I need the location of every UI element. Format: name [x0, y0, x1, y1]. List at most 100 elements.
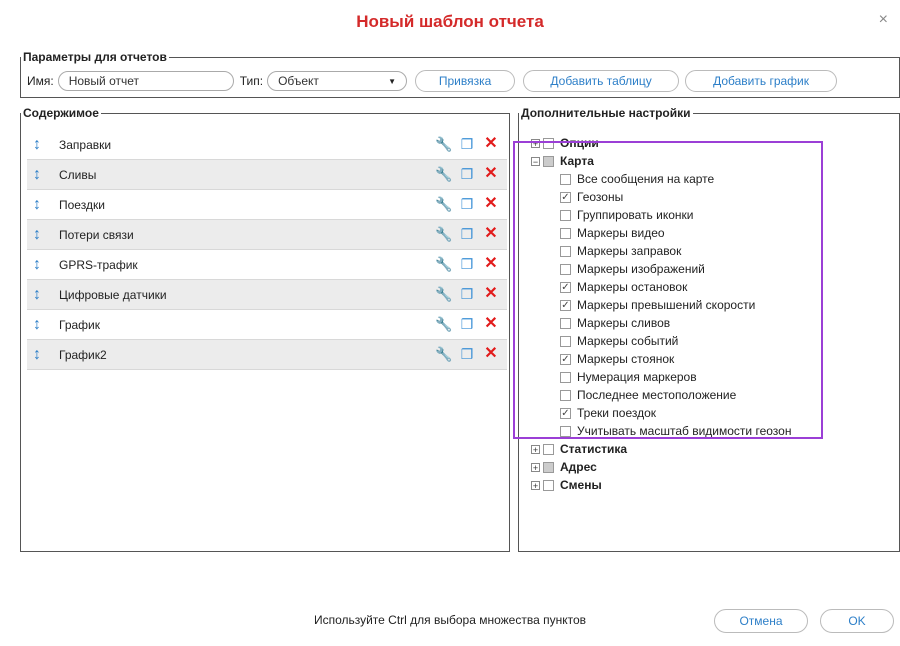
list-item[interactable]: ↕ GPRS-трафик 🔧 ❐ ✕ [27, 250, 507, 280]
wrench-icon[interactable]: 🔧 [435, 346, 452, 362]
checkbox[interactable] [560, 335, 571, 347]
map-option-item[interactable]: Маркеры сливов [531, 314, 791, 332]
wrench-icon[interactable]: 🔧 [435, 166, 452, 182]
list-item[interactable]: ↕ График2 🔧 ❐ ✕ [27, 340, 507, 370]
map-option-item[interactable]: ✓ Маркеры остановок [531, 278, 791, 296]
checkbox[interactable] [543, 443, 554, 455]
content-list: ↕ Заправки 🔧 ❐ ✕ ↕ Сливы 🔧 ❐ ✕ ↕ Поездки… [27, 130, 507, 370]
drag-handle-icon[interactable]: ↕ [33, 166, 47, 184]
map-option-item[interactable]: Нумерация маркеров [531, 368, 791, 386]
checkbox[interactable] [560, 317, 571, 329]
copy-icon[interactable]: ❐ [459, 136, 475, 152]
checkbox[interactable] [560, 209, 571, 221]
tree-node-shifts[interactable]: + Смены [531, 476, 791, 494]
map-option-item[interactable]: Учитывать масштаб видимости геозон [531, 422, 791, 440]
map-option-item[interactable]: ✓ Геозоны [531, 188, 791, 206]
checkbox-checked[interactable]: ✓ [560, 299, 571, 311]
add-table-button[interactable]: Добавить таблицу [523, 70, 680, 92]
list-item-label: График2 [59, 347, 107, 362]
checkbox[interactable] [560, 389, 571, 401]
delete-icon[interactable]: ✕ [483, 286, 499, 302]
cancel-button[interactable]: Отмена [714, 609, 808, 633]
map-option-item[interactable]: Группировать иконки [531, 206, 791, 224]
wrench-icon[interactable]: 🔧 [435, 136, 452, 152]
drag-handle-icon[interactable]: ↕ [33, 286, 47, 304]
copy-icon[interactable]: ❐ [459, 316, 475, 332]
delete-icon[interactable]: ✕ [483, 226, 499, 242]
map-option-item[interactable]: Все сообщения на карте [531, 170, 791, 188]
checkbox[interactable] [543, 137, 554, 149]
wrench-icon[interactable]: 🔧 [435, 226, 452, 242]
checkbox-partial[interactable] [543, 155, 554, 167]
list-item[interactable]: ↕ Цифровые датчики 🔧 ❐ ✕ [27, 280, 507, 310]
copy-icon[interactable]: ❐ [459, 196, 475, 212]
drag-handle-icon[interactable]: ↕ [33, 136, 47, 154]
checkbox-checked[interactable]: ✓ [560, 191, 571, 203]
map-option-item[interactable]: Маркеры событий [531, 332, 791, 350]
checkbox[interactable] [560, 371, 571, 383]
add-chart-button[interactable]: Добавить график [685, 70, 838, 92]
checkbox[interactable] [560, 245, 571, 257]
close-icon[interactable]: × [879, 12, 888, 28]
list-item-label: GPRS-трафик [59, 257, 138, 272]
list-item[interactable]: ↕ График 🔧 ❐ ✕ [27, 310, 507, 340]
map-option-item[interactable]: Маркеры изображений [531, 260, 791, 278]
tree-node-label: Опции [560, 136, 599, 150]
checkbox[interactable] [560, 425, 571, 437]
checkbox[interactable] [543, 479, 554, 491]
map-option-item[interactable]: Последнее местоположение [531, 386, 791, 404]
map-option-item[interactable]: Маркеры заправок [531, 242, 791, 260]
type-select[interactable]: Объект ▼ [267, 71, 408, 91]
wrench-icon[interactable]: 🔧 [435, 256, 452, 272]
delete-icon[interactable]: ✕ [483, 346, 499, 362]
expand-icon[interactable]: + [531, 444, 540, 454]
expand-icon[interactable]: + [531, 138, 540, 148]
tree-node-map[interactable]: − Карта [531, 152, 791, 170]
checkbox-partial[interactable] [543, 461, 554, 473]
delete-icon[interactable]: ✕ [483, 136, 499, 152]
wrench-icon[interactable]: 🔧 [435, 286, 452, 302]
bind-button-label: Привязка [438, 74, 492, 88]
name-input[interactable]: Новый отчет [57, 71, 234, 91]
map-option-item[interactable]: ✓ Маркеры стоянок [531, 350, 791, 368]
copy-icon[interactable]: ❐ [459, 286, 475, 302]
bind-button[interactable]: Привязка [415, 70, 516, 92]
tree-node-options[interactable]: + Опции [531, 134, 791, 152]
drag-handle-icon[interactable]: ↕ [33, 256, 47, 274]
wrench-icon[interactable]: 🔧 [435, 316, 452, 332]
list-item[interactable]: ↕ Поездки 🔧 ❐ ✕ [27, 190, 507, 220]
map-option-item[interactable]: ✓ Маркеры превышений скорости [531, 296, 791, 314]
tree-node-address[interactable]: + Адрес [531, 458, 791, 476]
checkbox-checked[interactable]: ✓ [560, 353, 571, 365]
drag-handle-icon[interactable]: ↕ [33, 346, 47, 364]
list-item-label: Потери связи [59, 227, 134, 242]
collapse-icon[interactable]: − [531, 156, 540, 166]
checkbox-checked[interactable]: ✓ [560, 407, 571, 419]
delete-icon[interactable]: ✕ [483, 166, 499, 182]
delete-icon[interactable]: ✕ [483, 256, 499, 272]
list-item[interactable]: ↕ Сливы 🔧 ❐ ✕ [27, 160, 507, 190]
map-option-item[interactable]: ✓ Треки поездок [531, 404, 791, 422]
list-item[interactable]: ↕ Потери связи 🔧 ❐ ✕ [27, 220, 507, 250]
map-option-label: Последнее местоположение [577, 388, 737, 402]
copy-icon[interactable]: ❐ [459, 226, 475, 242]
checkbox[interactable] [560, 263, 571, 275]
copy-icon[interactable]: ❐ [459, 256, 475, 272]
checkbox[interactable] [560, 227, 571, 239]
list-item[interactable]: ↕ Заправки 🔧 ❐ ✕ [27, 130, 507, 160]
drag-handle-icon[interactable]: ↕ [33, 196, 47, 214]
copy-icon[interactable]: ❐ [459, 346, 475, 362]
expand-icon[interactable]: + [531, 462, 540, 472]
map-option-item[interactable]: Маркеры видео [531, 224, 791, 242]
checkbox[interactable] [560, 173, 571, 185]
checkbox-checked[interactable]: ✓ [560, 281, 571, 293]
ok-button[interactable]: OK [820, 609, 894, 633]
copy-icon[interactable]: ❐ [459, 166, 475, 182]
wrench-icon[interactable]: 🔧 [435, 196, 452, 212]
drag-handle-icon[interactable]: ↕ [33, 226, 47, 244]
drag-handle-icon[interactable]: ↕ [33, 316, 47, 334]
expand-icon[interactable]: + [531, 480, 540, 490]
tree-node-statistics[interactable]: + Статистика [531, 440, 791, 458]
delete-icon[interactable]: ✕ [483, 316, 499, 332]
delete-icon[interactable]: ✕ [483, 196, 499, 212]
